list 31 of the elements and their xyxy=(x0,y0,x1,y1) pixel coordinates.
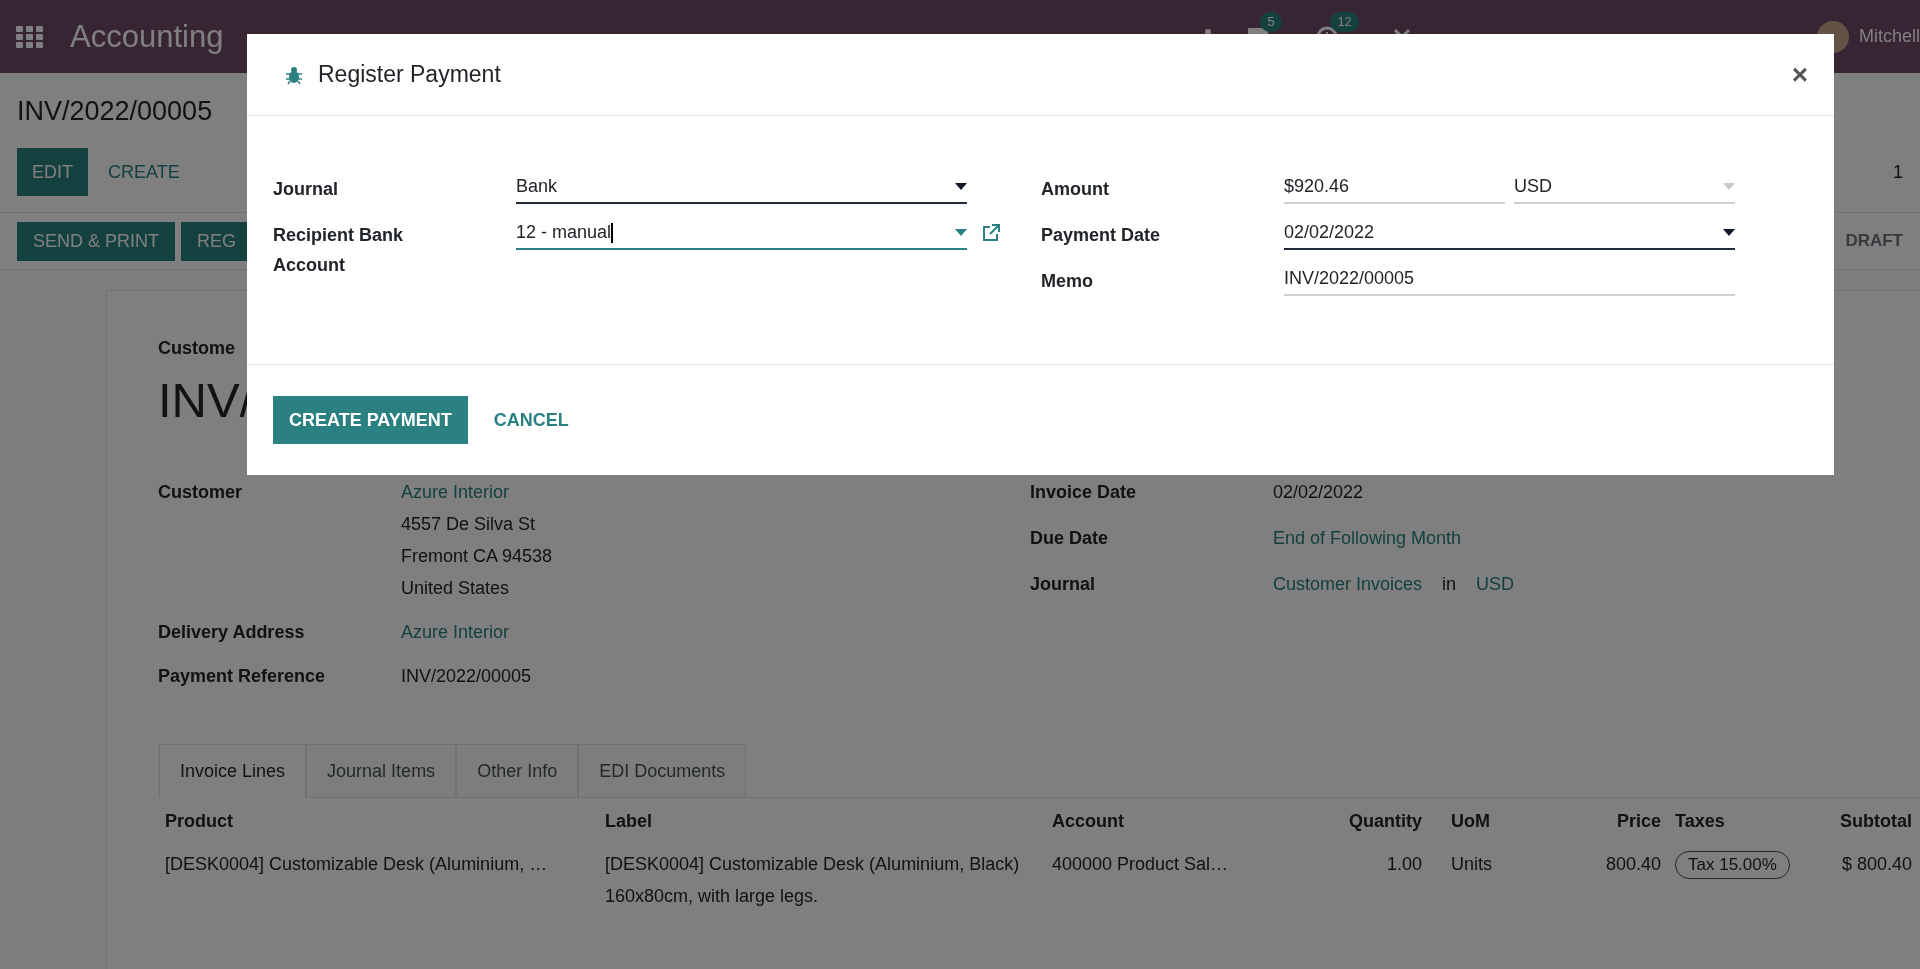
field-value: in xyxy=(1442,573,1457,596)
partner-type-label: Custome xyxy=(158,337,236,360)
table-cell-text: [DESK0004] Customizable Desk (Aluminium, … xyxy=(164,853,549,876)
field-label: Journal xyxy=(273,178,339,201)
record-title: INV/2022/00005 xyxy=(17,95,214,128)
field-value: United States xyxy=(401,577,511,600)
field-value: Fremont CA 94538 xyxy=(401,545,553,568)
table-cell-text: 1.00 xyxy=(1385,853,1422,876)
activity-count-badge: 12 xyxy=(1330,11,1359,32)
field-label: Payment Reference xyxy=(158,665,327,688)
field-label: Due Date xyxy=(1030,527,1110,550)
table-cell-text: 400000 Product Sal… xyxy=(1052,853,1230,876)
dialog-title: Register Payment xyxy=(318,60,501,90)
field-value: INV/2022/00005 xyxy=(401,665,532,688)
field-label: Recipient Bank Account xyxy=(273,224,405,277)
status-label: DRAFT xyxy=(1845,230,1903,253)
field-value: 02/02/2022 xyxy=(1273,481,1364,504)
field-label: Journal xyxy=(1030,573,1096,596)
table-cell-text: Units xyxy=(1450,853,1493,876)
field-label: Customer xyxy=(158,481,243,504)
field-label: Memo xyxy=(1041,270,1094,293)
table-cell-text: $ 800.40 xyxy=(1840,853,1912,876)
message-count-badge: 5 xyxy=(1260,11,1282,32)
field-value: 4557 De Silva St xyxy=(401,513,537,536)
field-label: Invoice Date xyxy=(1030,481,1138,504)
table-cell-text: [DESK0004] Customizable Desk (Aluminium, Black) xyxy=(605,853,1021,876)
table-cell-text: 160x80cm, with large legs. xyxy=(605,885,820,908)
field-label: Amount xyxy=(1041,178,1110,201)
field-label: Delivery Address xyxy=(158,621,306,644)
table-cell-text: 800.40 xyxy=(1604,853,1661,876)
field-label: Payment Date xyxy=(1041,224,1162,247)
